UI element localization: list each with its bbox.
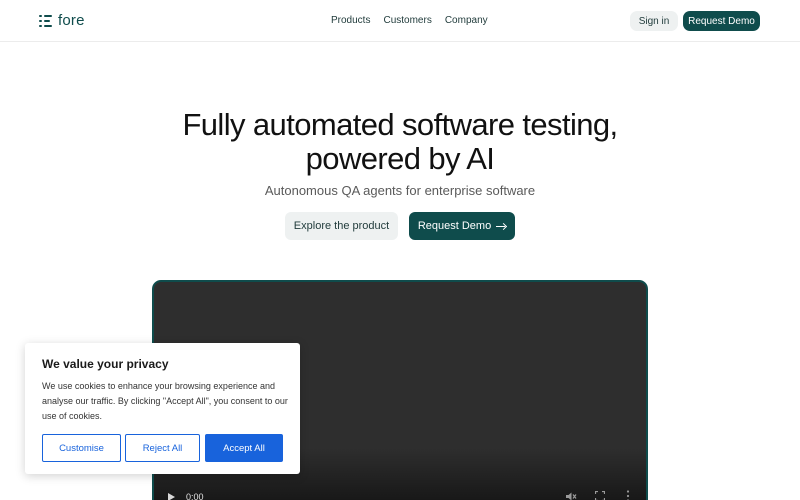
sign-in-button[interactable]: Sign in bbox=[630, 11, 678, 31]
nav-products[interactable]: Products bbox=[331, 14, 370, 28]
video-time: 0:00 bbox=[186, 492, 204, 500]
hero-title-line-2: powered by AI bbox=[305, 141, 495, 176]
cookie-title: We value your privacy bbox=[42, 357, 169, 371]
main-nav: Products Customers Company bbox=[331, 14, 488, 28]
play-icon[interactable] bbox=[168, 493, 175, 500]
logo-text: fore bbox=[58, 12, 85, 29]
explore-product-button[interactable]: Explore the product bbox=[285, 212, 398, 240]
more-vert-icon[interactable] bbox=[626, 490, 630, 500]
mute-icon[interactable] bbox=[565, 491, 577, 500]
hero-title-line-1: Fully automated software testing, bbox=[182, 107, 618, 142]
logo-mark-icon bbox=[39, 14, 52, 28]
fullscreen-icon[interactable] bbox=[595, 491, 605, 500]
hero-subtitle: Autonomous QA agents for enterprise soft… bbox=[264, 183, 536, 198]
site-header: fore Products Customers Company Sign in … bbox=[0, 0, 800, 42]
request-demo-hero-button[interactable]: Request Demo bbox=[409, 212, 515, 240]
request-demo-header-button[interactable]: Request Demo bbox=[683, 11, 760, 31]
customise-button[interactable]: Customise bbox=[42, 434, 121, 462]
nav-company[interactable]: Company bbox=[445, 14, 488, 28]
nav-customers[interactable]: Customers bbox=[383, 14, 431, 28]
reject-all-button[interactable]: Reject All bbox=[125, 434, 200, 462]
hero-title: Fully automated software testing, powere… bbox=[100, 108, 700, 176]
cookie-description: We use cookies to enhance your browsing … bbox=[42, 381, 288, 421]
arrow-right-icon bbox=[496, 222, 506, 230]
request-demo-hero-label: Request Demo bbox=[417, 220, 492, 232]
video-controls-bar: 0:00 bbox=[154, 486, 646, 500]
logo-link[interactable]: fore bbox=[39, 13, 85, 29]
cookie-consent-banner: We value your privacy We use cookies to … bbox=[25, 343, 300, 474]
accept-all-button[interactable]: Accept All bbox=[205, 434, 283, 462]
